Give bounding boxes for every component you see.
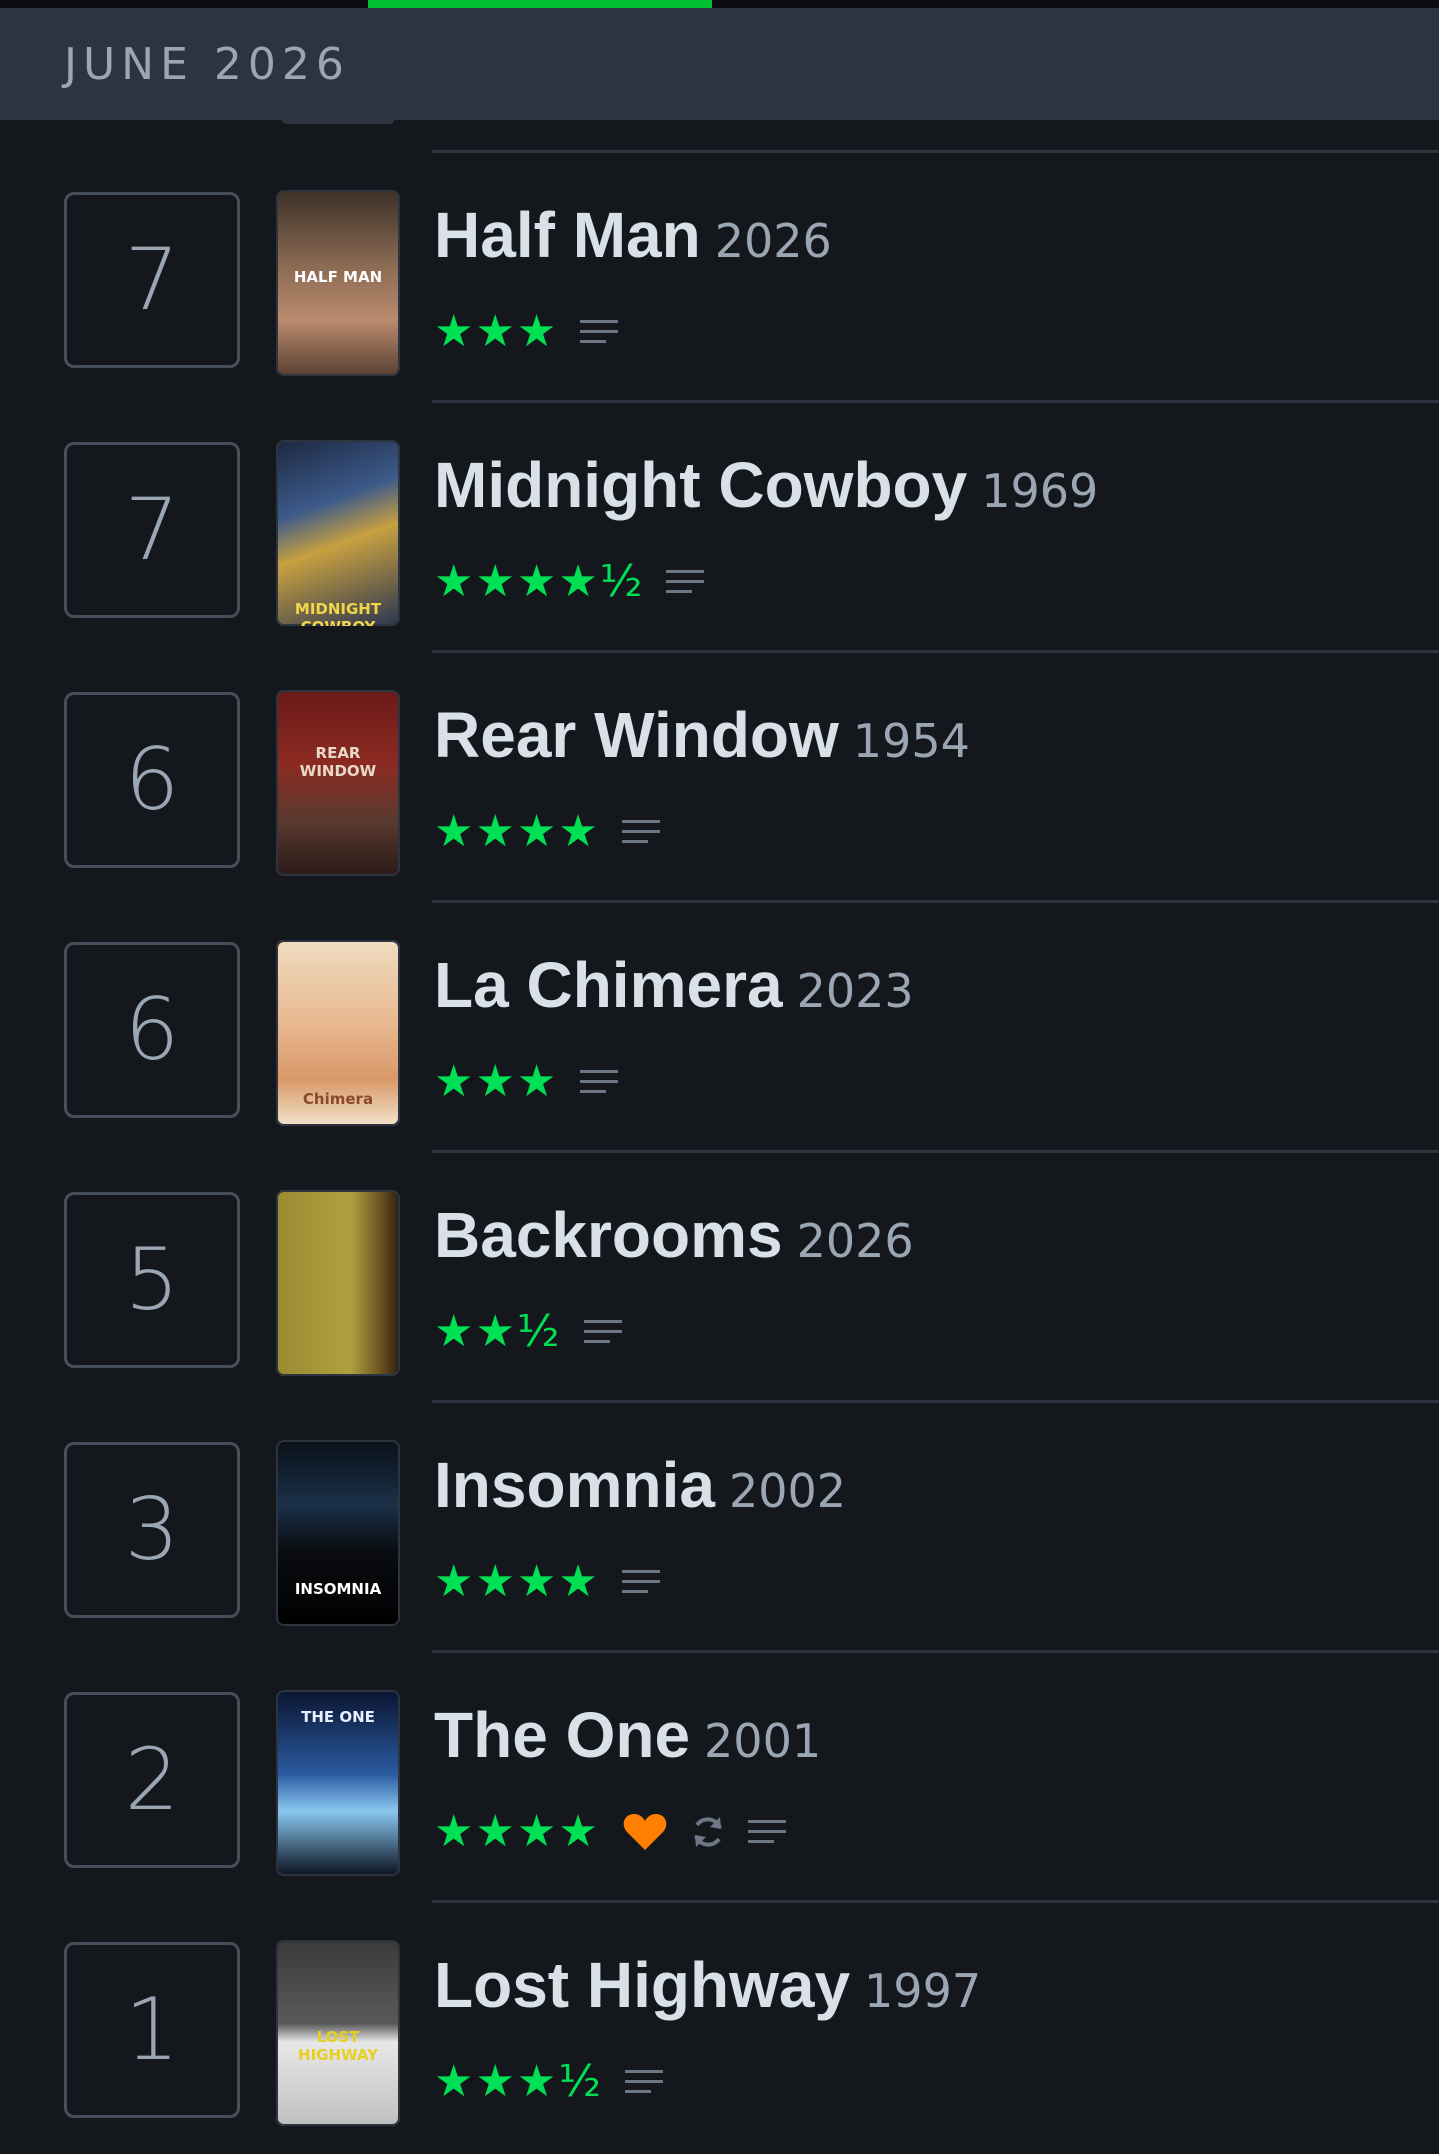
previous-row-edge [282,120,394,124]
day-number: 7 [64,192,240,368]
film-title[interactable]: Lost Highway [434,1949,850,2021]
star-rating: ★★★★ [434,806,600,857]
film-year: 2001 [704,1714,822,1768]
entry-meta: ★★★★ [434,1806,786,1858]
entry-meta: ★★★½ [434,2056,663,2108]
film-title-line[interactable]: La Chimera 2023 [434,948,914,1022]
row-divider [432,400,1439,403]
day-number: 1 [64,1942,240,2118]
row-divider [432,1900,1439,1903]
film-title[interactable]: Half Man [434,199,701,271]
film-year: 2023 [796,964,914,1018]
review-lines-icon[interactable] [666,567,705,597]
month-header: JUNE 2026 [0,8,1439,120]
film-year: 1969 [981,464,1099,518]
diary-entry-row[interactable]: 7 HALF MAN Half Man 2026 ★★★ [0,154,1439,404]
film-title-line[interactable]: Half Man 2026 [434,198,832,272]
review-lines-icon[interactable] [580,317,619,347]
diary-entry-row[interactable]: 6 REAR WINDOW Rear Window 1954 ★★★★ [0,654,1439,904]
film-poster[interactable]: MIDNIGHT COWBOY [276,440,400,626]
star-rating: ★★★★½ [434,556,645,607]
poster-title-text: INSOMNIA [294,1580,382,1598]
review-lines-icon[interactable] [583,1317,622,1347]
entry-meta: ★★★ [434,1056,619,1108]
film-poster[interactable]: HALF MAN [276,190,400,376]
row-divider [432,1650,1439,1653]
star-rating: ★★½ [434,1306,562,1357]
diary-entry-row[interactable]: 3 INSOMNIA Insomnia 2002 ★★★★ [0,1404,1439,1654]
star-rating: ★★★ [434,306,559,357]
film-year: 2026 [714,214,832,268]
poster-title-text: THE ONE [301,1708,375,1726]
row-divider [432,1400,1439,1403]
entry-meta: ★★★★½ [434,556,705,608]
film-poster[interactable] [276,1190,400,1376]
poster-title-text: LOST HIGHWAY [298,2028,378,2064]
heart-icon [622,1812,668,1852]
film-title[interactable]: Rear Window [434,699,839,771]
day-number: 6 [64,942,240,1118]
month-label: JUNE 2026 [64,38,350,90]
row-divider [432,900,1439,903]
film-year: 1997 [864,1964,982,2018]
entry-meta: ★★★ [434,306,619,358]
row-divider [432,150,1439,153]
diary-entry-row[interactable]: 1 LOST HIGHWAY Lost Highway 1997 ★★★½ [0,1904,1439,2154]
film-title[interactable]: Backrooms [434,1199,783,1271]
film-poster[interactable]: THE ONE [276,1690,400,1876]
review-lines-icon[interactable] [621,817,660,847]
diary-entry-row[interactable]: 6 Chimera La Chimera 2023 ★★★ [0,904,1439,1154]
film-poster[interactable]: Chimera [276,940,400,1126]
film-title[interactable]: La Chimera [434,949,783,1021]
film-poster[interactable]: LOST HIGHWAY [276,1940,400,2126]
film-poster[interactable]: REAR WINDOW [276,690,400,876]
row-divider [432,1150,1439,1153]
film-title-line[interactable]: Midnight Cowboy 1969 [434,448,1098,522]
film-title[interactable]: Midnight Cowboy [434,449,967,521]
star-rating: ★★★½ [434,2056,603,2107]
day-number: 6 [64,692,240,868]
entry-meta: ★★½ [434,1306,622,1358]
poster-title-text: REAR WINDOW [299,744,377,780]
film-year: 2026 [796,1214,914,1268]
film-title[interactable]: The One [434,1699,690,1771]
film-title-line[interactable]: Backrooms 2026 [434,1198,914,1272]
rewatch-icon [690,1814,726,1850]
review-lines-icon[interactable] [621,1567,660,1597]
day-number: 2 [64,1692,240,1868]
entry-meta: ★★★★ [434,806,660,858]
diary-entry-row[interactable]: 5 Backrooms 2026 ★★½ [0,1154,1439,1404]
film-title-line[interactable]: Insomnia 2002 [434,1448,846,1522]
film-year: 1954 [852,714,970,768]
film-title[interactable]: Insomnia [434,1449,715,1521]
review-lines-icon[interactable] [580,1067,619,1097]
film-title-line[interactable]: Lost Highway 1997 [434,1948,981,2022]
film-title-line[interactable]: The One 2001 [434,1698,821,1772]
review-lines-icon[interactable] [624,2067,663,2097]
day-number: 5 [64,1192,240,1368]
star-rating: ★★★ [434,1056,559,1107]
film-year: 2002 [728,1464,847,1518]
entry-meta: ★★★★ [434,1556,660,1608]
diary-entry-row[interactable]: 2 THE ONE The One 2001 ★★★★ [0,1654,1439,1904]
star-rating: ★★★★ [434,1556,600,1607]
loading-progress-bar [368,0,712,8]
poster-title-text: Chimera [302,1090,374,1108]
poster-title-text: MIDNIGHT COWBOY [294,600,382,626]
film-title-line[interactable]: Rear Window 1954 [434,698,970,772]
top-bar [0,0,1439,8]
day-number: 7 [64,442,240,618]
diary-entry-row[interactable]: 7 MIDNIGHT COWBOY Midnight Cowboy 1969 ★★★★½ [0,404,1439,654]
film-poster[interactable]: INSOMNIA [276,1440,400,1626]
review-lines-icon[interactable] [747,1817,786,1847]
poster-title-text: HALF MAN [293,268,383,286]
star-rating: ★★★★ [434,1806,600,1857]
row-divider [432,650,1439,653]
day-number: 3 [64,1442,240,1618]
